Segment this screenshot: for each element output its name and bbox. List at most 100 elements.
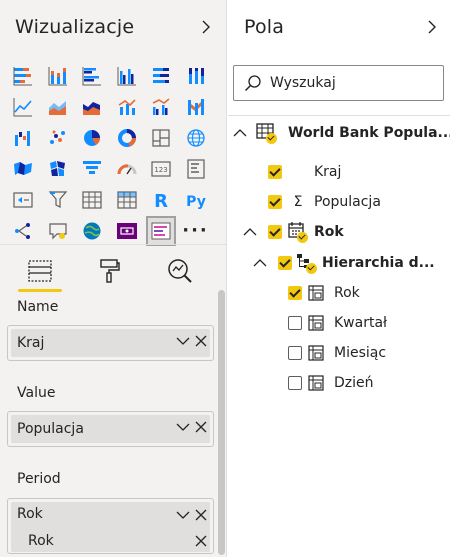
visualizations-pane: Wizualizacje 123 R Py ··· Name Kraj Valu… xyxy=(0,0,227,557)
field-item-rok[interactable]: Rok xyxy=(288,279,360,307)
field-item-miesiac[interactable]: Miesiąc xyxy=(288,339,386,367)
field-label: Kwartał xyxy=(334,315,388,331)
search-input[interactable]: Wyszukaj xyxy=(233,65,444,101)
divider xyxy=(0,244,226,245)
close-icon[interactable] xyxy=(195,508,207,522)
chevron-down-icon[interactable] xyxy=(176,420,190,434)
checkbox-unchecked[interactable] xyxy=(288,316,302,330)
100-stacked-bar-chart-icon[interactable] xyxy=(147,62,175,90)
checkbox-checked[interactable] xyxy=(268,195,282,209)
well-label-name: Name xyxy=(17,299,59,315)
ribbon-chart-icon[interactable] xyxy=(182,93,210,121)
chevron-down-icon[interactable] xyxy=(176,334,190,348)
date-hierarchy-field-icon xyxy=(308,345,324,361)
field-label: Miesiąc xyxy=(334,345,387,361)
checkbox-checked[interactable] xyxy=(268,225,282,239)
svg-text:123: 123 xyxy=(154,166,167,174)
clustered-column-chart-icon[interactable] xyxy=(113,62,141,90)
field-name: Populacja xyxy=(17,421,84,437)
chevron-up-icon[interactable] xyxy=(252,256,268,270)
field-name: Kraj xyxy=(17,335,45,351)
close-icon[interactable] xyxy=(195,534,207,548)
clustered-bar-chart-icon[interactable] xyxy=(78,62,106,90)
filled-map-icon[interactable] xyxy=(9,155,37,183)
100-stacked-column-chart-icon[interactable] xyxy=(182,62,210,90)
stacked-column-chart-icon[interactable] xyxy=(44,62,72,90)
stacked-area-chart-icon[interactable] xyxy=(78,93,106,121)
python-visual-icon[interactable]: Py xyxy=(182,186,210,214)
field-row: Kraj xyxy=(8,326,213,360)
field-controls xyxy=(176,420,207,434)
donut-chart-icon[interactable] xyxy=(113,124,141,152)
sigma-icon: Σ xyxy=(293,194,303,210)
field-item-kraj[interactable]: Kraj xyxy=(268,158,341,186)
checkbox-checked[interactable] xyxy=(288,286,302,300)
r-script-visual-icon[interactable]: R xyxy=(147,186,175,214)
field-row: Populacja xyxy=(8,412,213,446)
analytics-tab-icon[interactable] xyxy=(154,254,206,288)
selected-custom-visual-icon[interactable] xyxy=(146,216,176,246)
waterfall-chart-icon[interactable] xyxy=(9,124,37,152)
checkbox-checked[interactable] xyxy=(268,165,282,179)
shape-map-icon[interactable] xyxy=(44,155,72,183)
chevron-up-icon[interactable] xyxy=(232,126,248,140)
area-chart-icon[interactable] xyxy=(44,93,72,121)
custom-visual-icon[interactable] xyxy=(113,217,141,245)
chevron-right-icon[interactable] xyxy=(424,16,440,38)
arcgis-map-icon[interactable] xyxy=(78,217,106,245)
card-icon[interactable]: 123 xyxy=(147,155,175,183)
hierarchy-node[interactable]: Hierarchia d... xyxy=(252,249,435,277)
chevron-down-icon[interactable] xyxy=(176,508,190,522)
scatter-chart-icon[interactable] xyxy=(44,124,72,152)
line-chart-icon[interactable] xyxy=(9,93,37,121)
table-node[interactable]: World Bank Popula... xyxy=(232,119,450,147)
chevron-up-icon[interactable] xyxy=(242,225,258,239)
checkbox-unchecked[interactable] xyxy=(288,376,302,390)
more-visuals-icon[interactable]: ··· xyxy=(182,217,210,245)
map-icon[interactable] xyxy=(182,124,210,152)
treemap-icon[interactable] xyxy=(147,124,175,152)
slicer-icon[interactable] xyxy=(44,186,72,214)
date-hierarchy-field-icon xyxy=(308,375,324,391)
multi-row-card-icon[interactable] xyxy=(182,155,210,183)
close-icon[interactable] xyxy=(195,334,207,348)
pie-chart-icon[interactable] xyxy=(78,124,106,152)
table-name: World Bank Popula... xyxy=(288,125,450,141)
field-item-kwartal[interactable]: Kwartał xyxy=(288,309,387,337)
hierarchy-icon xyxy=(296,253,318,274)
value-well[interactable]: Populacja xyxy=(7,411,214,447)
format-tab-icon[interactable] xyxy=(84,254,136,288)
field-item-populacja[interactable]: Σ Populacja xyxy=(268,188,381,216)
table-icon xyxy=(256,123,278,144)
visualization-tabs xyxy=(14,254,206,292)
scrollbar[interactable] xyxy=(218,290,225,555)
field-item-dzien[interactable]: Dzień xyxy=(288,369,374,397)
table-icon[interactable] xyxy=(78,186,106,214)
field-controls xyxy=(176,508,207,522)
chevron-right-icon[interactable] xyxy=(198,16,214,38)
line-and-stacked-column-chart-icon[interactable] xyxy=(113,93,141,121)
fields-pane: Pola Wyszukaj World Bank Popula... Kraj … xyxy=(228,0,450,557)
field-label: Rok xyxy=(334,285,360,301)
kpi-icon[interactable] xyxy=(9,186,37,214)
checkbox-unchecked[interactable] xyxy=(288,346,302,360)
key-influencers-icon[interactable] xyxy=(9,217,37,245)
search-placeholder: Wyszukaj xyxy=(270,75,336,91)
fields-tab-icon[interactable] xyxy=(14,254,66,292)
close-icon[interactable] xyxy=(195,420,207,434)
field-name: Rok xyxy=(17,506,43,522)
name-well[interactable]: Kraj xyxy=(7,325,214,361)
stacked-bar-chart-icon[interactable] xyxy=(9,62,37,90)
divider xyxy=(228,115,450,116)
date-hierarchy-field-icon xyxy=(308,315,324,331)
matrix-icon[interactable] xyxy=(113,186,141,214)
gauge-icon[interactable] xyxy=(113,155,141,183)
checkbox-checked[interactable] xyxy=(278,256,292,270)
calendar-icon xyxy=(288,222,310,243)
period-well[interactable]: Rok Rok xyxy=(7,498,214,554)
line-and-clustered-column-chart-icon[interactable] xyxy=(147,93,175,121)
funnel-icon[interactable] xyxy=(78,155,106,183)
qna-icon[interactable] xyxy=(44,217,72,245)
date-node-rok[interactable]: Rok xyxy=(242,218,344,246)
check-badge-icon xyxy=(297,232,308,243)
